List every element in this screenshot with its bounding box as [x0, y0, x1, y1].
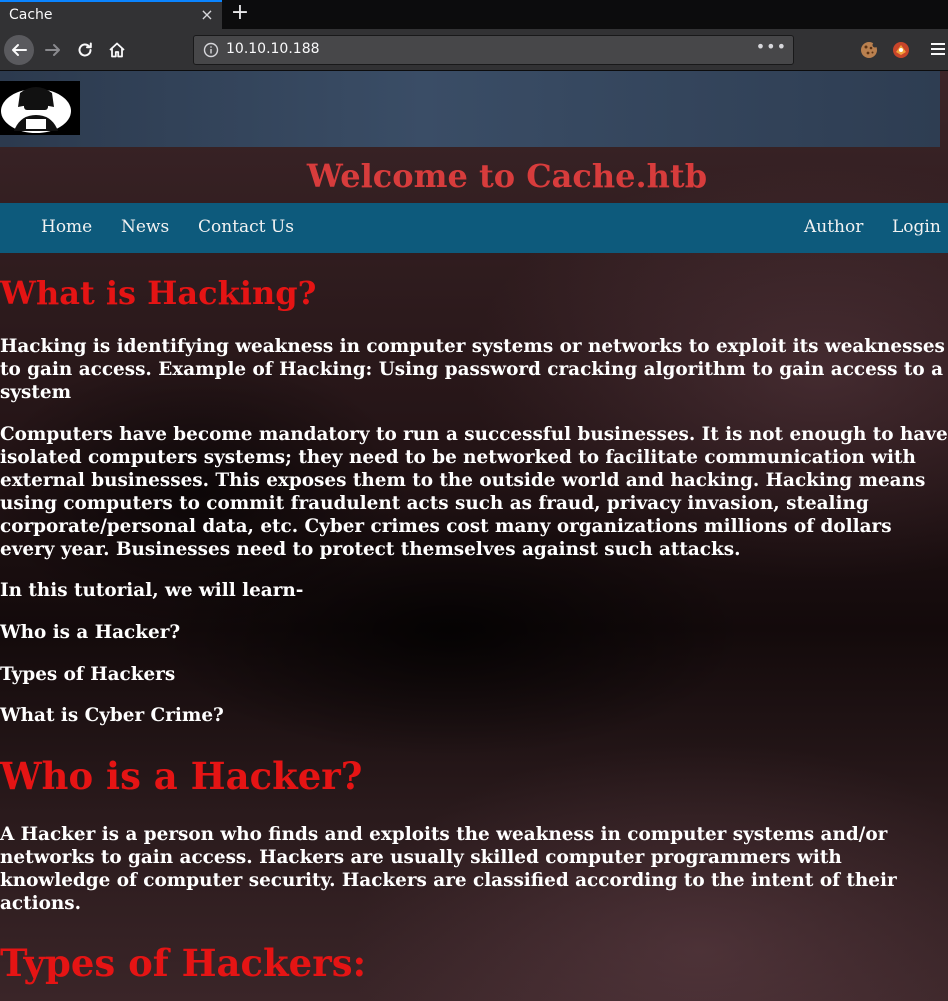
paragraph-tutorial-intro: In this tutorial, we will learn-	[0, 580, 304, 601]
toc-item: Who is a Hacker?	[0, 622, 181, 643]
nav-link-author[interactable]: Author	[804, 217, 863, 237]
home-button[interactable]	[102, 35, 132, 65]
paragraph-hacking-definition: Hacking is identifying weakness in compu…	[0, 336, 945, 403]
tab-title: Cache	[9, 7, 53, 23]
site-title: Welcome to Cache.htb	[306, 157, 708, 195]
nav-link-news[interactable]: News	[121, 217, 169, 237]
home-icon	[109, 42, 125, 58]
web-page: Welcome to Cache.htb Home News Contact U…	[0, 71, 948, 1001]
nav-link-home[interactable]: Home	[41, 217, 92, 237]
forward-button[interactable]	[38, 35, 68, 65]
cookie-extension-icon[interactable]	[859, 40, 879, 60]
address-bar[interactable]: 10.10.10.188 •••	[193, 35, 794, 65]
toc-item: What is Cyber Crime?	[0, 705, 224, 726]
heading-who-is-a-hacker: Who is a Hacker?	[0, 754, 363, 798]
heading-what-is-hacking: What is Hacking?	[0, 274, 317, 312]
tab-close-icon[interactable]: ×	[198, 5, 216, 25]
forward-arrow-icon	[45, 44, 60, 56]
paragraph-hacker-definition: A Hacker is a person who finds and explo…	[0, 824, 897, 914]
back-arrow-icon	[12, 44, 27, 56]
site-navigation: Home News Contact Us Author Login	[0, 203, 948, 253]
hamburger-menu-icon[interactable]	[930, 40, 946, 58]
new-tab-button[interactable]: +	[229, 1, 251, 27]
browser-tab[interactable]: Cache ×	[0, 0, 222, 29]
reload-button[interactable]	[70, 35, 100, 65]
nav-link-contact-us[interactable]: Contact Us	[198, 217, 294, 237]
paragraph-hacking-context: Computers have become mandatory to run a…	[0, 424, 948, 560]
back-button[interactable]	[4, 35, 34, 65]
nav-link-login[interactable]: Login	[892, 217, 941, 237]
header-banner	[0, 71, 940, 147]
hacker-logo-icon	[1, 87, 71, 133]
site-info-icon[interactable]	[203, 42, 219, 58]
toc-item: Types of Hackers	[0, 664, 176, 685]
heading-types-of-hackers: Types of Hackers:	[0, 941, 367, 985]
tab-bar: Cache × +	[0, 0, 948, 29]
reload-icon	[78, 42, 92, 57]
page-actions-icon[interactable]: •••	[756, 37, 787, 56]
site-logo	[0, 81, 80, 135]
extension-icon[interactable]	[891, 40, 911, 60]
url-text[interactable]: 10.10.10.188	[226, 41, 320, 57]
